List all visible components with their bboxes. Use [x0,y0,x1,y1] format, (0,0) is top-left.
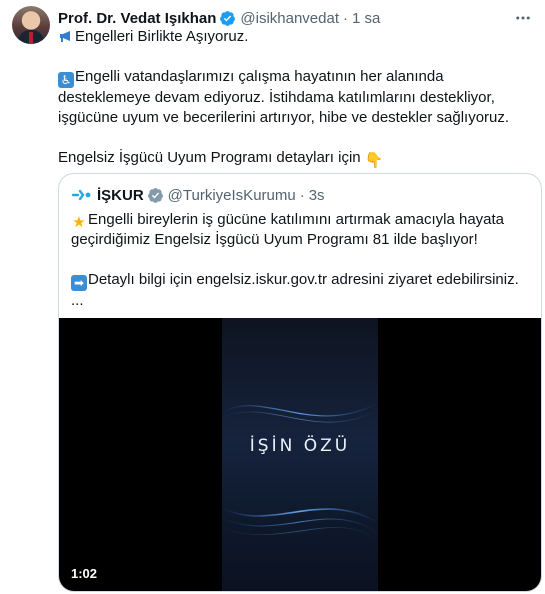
iskur-logo-icon [71,189,91,201]
author-name[interactable]: Prof. Dr. Vedat Işıkhan [58,10,216,27]
tweet-header: Prof. Dr. Vedat Işıkhan @isikhanvedat · … [58,8,380,28]
separator-dot: · [299,186,305,204]
tweet-line-1: Engelleri Birlikte Aşıyoruz. [75,28,249,45]
video-thumbnail[interactable]: İŞİN ÖZÜ [222,318,378,591]
tweet-paragraph-2: Engelli vatandaşlarımızı çalışma hayatın… [58,68,510,126]
tweet-text: Engelleri Birlikte Aşıyoruz. ♿ Engelli va… [58,27,528,168]
quoted-author-name[interactable]: İŞKUR [97,187,144,204]
author-handle[interactable]: @isikhanvedat [240,10,339,27]
arrow-right-icon: ➡ [71,275,87,291]
quoted-author-handle[interactable]: @TurkiyeIsKurumu [168,187,296,204]
quoted-tweet[interactable]: İŞKUR @TurkiyeIsKurumu · 3s ★ Engelli bir… [58,173,542,592]
wheelchair-icon: ♿ [58,72,74,88]
more-options-icon[interactable] [513,8,533,28]
tweet[interactable]: Prof. Dr. Vedat Işıkhan @isikhanvedat · … [0,0,545,594]
pointing-down-icon: 👇 [364,151,384,169]
avatar[interactable] [12,6,50,44]
quoted-ellipsis: ... [71,292,84,309]
video-logo-text: İŞİN ÖZÜ [249,436,351,456]
quoted-tweet-header: İŞKUR @TurkiyeIsKurumu · 3s [71,185,325,205]
video-player[interactable]: İŞİN ÖZÜ 1:02 [59,318,541,591]
glowing-star-icon: ★ [72,213,86,231]
quoted-paragraph-2: Detaylı bilgi için engelsiz.iskur.gov.tr… [88,271,519,288]
tweet-paragraph-3: Engelsiz İşgücü Uyum Programı detayları … [58,149,361,166]
separator-dot: · [343,9,349,27]
quoted-tweet-text: ★ Engelli bireylerin iş gücüne katılımını… [71,210,531,311]
verified-badge-icon [220,10,236,26]
quoted-timestamp[interactable]: 3s [309,187,325,204]
quoted-paragraph-1: Engelli bireylerin iş gücüne katılımını … [71,211,505,248]
tweet-timestamp[interactable]: 1 sa [352,10,380,27]
video-duration: 1:02 [71,566,98,581]
megaphone-icon [58,28,74,44]
verified-badge-icon [147,187,163,203]
